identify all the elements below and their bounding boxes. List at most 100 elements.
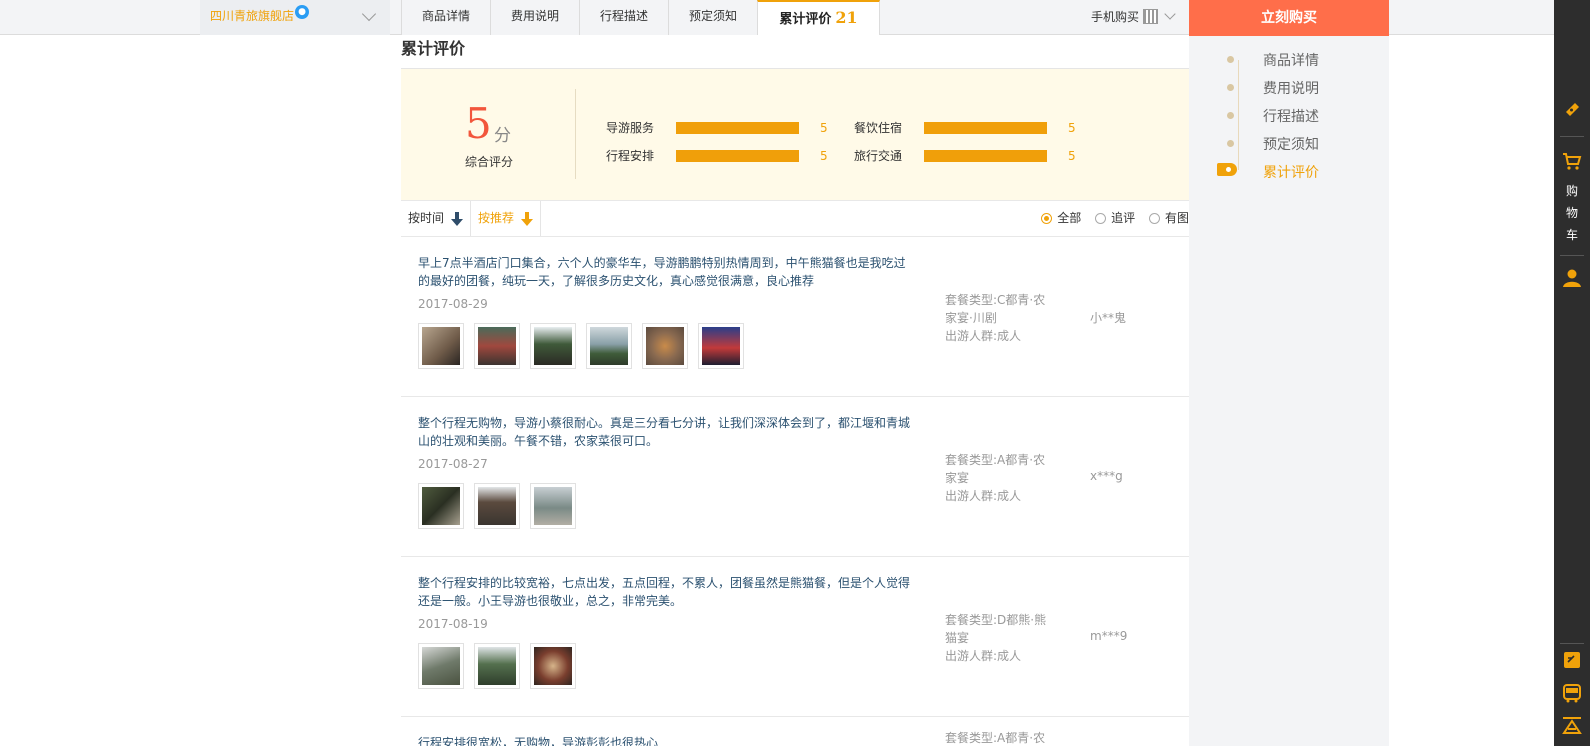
reviewer-name: x***g	[1090, 469, 1123, 483]
review-photos	[418, 483, 586, 529]
right-toolbar: 购 物 车	[1554, 0, 1590, 746]
filter-label: 追评	[1111, 211, 1136, 225]
divider	[1560, 643, 1584, 644]
review-photo[interactable]	[698, 323, 744, 369]
review-text: 整个行程安排的比较宽裕，七点出发，五点回程，不累人，团餐虽然是熊猫餐，但是个人觉…	[418, 576, 911, 608]
side-nav-line	[1238, 60, 1239, 170]
side-nav-label: 累计评价	[1263, 165, 1319, 181]
package-type: 套餐类型:A都青·农	[945, 453, 1046, 467]
side-nav-label: 费用说明	[1263, 81, 1319, 97]
tab-fee-description[interactable]: 费用说明	[490, 0, 579, 35]
coupon-icon[interactable]	[1562, 99, 1582, 119]
review-text: 整个行程无购物，导游小蔡很耐心。真是三分看七分讲，让我们深深体会到了，都江堰和青…	[418, 416, 911, 448]
store-badge-icon: ●	[295, 5, 310, 19]
score-unit: 分	[494, 126, 511, 146]
review-photo[interactable]	[642, 323, 688, 369]
side-nav-label: 预定须知	[1263, 137, 1319, 153]
dot-icon	[1227, 84, 1234, 91]
rating-bar	[676, 122, 799, 134]
review-text: 行程安排很宽松，无购物，导游彭彭也很热心	[418, 736, 659, 746]
review-item: 整个行程无购物，导游小蔡很耐心。真是三分看七分讲，让我们深深体会到了，都江堰和青…	[401, 397, 1189, 557]
cart-char: 车	[1565, 228, 1578, 242]
sort-label: 按推荐	[478, 211, 515, 225]
cart-label[interactable]: 购 物 车	[1554, 180, 1590, 246]
review-item: 行程安排很宽松，无购物，导游彭彭也很热心 套餐类型:A都青·农	[401, 717, 1189, 746]
chevron-down-icon	[361, 6, 377, 22]
package-type: 套餐类型:C都青·农	[945, 293, 1046, 307]
buy-now-button[interactable]: 立刻购买	[1189, 0, 1389, 36]
review-photo[interactable]	[586, 323, 632, 369]
review-item: 早上7点半酒店门口集合，六个人的豪华车，导游鹏鹏特别热情周到，中午熊猫餐也是我吃…	[401, 237, 1189, 397]
package-type-cont: 家宴	[945, 471, 970, 485]
arrow-down-icon	[521, 212, 533, 226]
side-nav-label: 行程描述	[1263, 109, 1319, 125]
sort-by-time[interactable]: 按时间	[401, 201, 471, 236]
sort-label: 按时间	[408, 211, 445, 225]
review-photo[interactable]	[418, 323, 464, 369]
side-nav-item-itinerary[interactable]: 行程描述	[1227, 106, 1319, 126]
review-date: 2017-08-29	[418, 297, 488, 311]
review-filter-bar: 按时间 按推荐 全部 追评 有图	[401, 201, 1189, 237]
note-icon[interactable]	[1562, 650, 1582, 670]
review-date: 2017-08-27	[418, 457, 488, 471]
cart-char: 购	[1565, 184, 1578, 198]
cart-char: 物	[1565, 206, 1578, 220]
divider	[1560, 136, 1584, 137]
side-nav-item-reviews[interactable]: 累计评价	[1217, 162, 1319, 182]
review-photo[interactable]	[530, 483, 576, 529]
rating-bar	[924, 150, 1047, 162]
traveler-group: 出游人群:成人	[945, 649, 1022, 663]
review-photos	[418, 643, 586, 689]
filter-label: 有图	[1164, 211, 1189, 225]
side-nav-item-product-details[interactable]: 商品详情	[1227, 50, 1319, 70]
rating-label: 旅行交通	[854, 149, 903, 163]
tab-product-details[interactable]: 商品详情	[401, 0, 490, 35]
review-photo[interactable]	[530, 323, 576, 369]
package-type-cont: 家宴·川剧	[945, 311, 997, 325]
side-nav-item-fee-description[interactable]: 费用说明	[1227, 78, 1319, 98]
store-name: 四川青旅旗舰店	[210, 9, 295, 23]
page: 四川青旅旗舰店 ● 商品详情 费用说明 行程描述 预定须知 累计评价 21 手机购买…	[0, 0, 1590, 746]
review-package-info: 套餐类型:C都青·农 家宴·川剧 出游人群:成人	[945, 291, 1065, 345]
rating-label: 行程安排	[606, 149, 655, 163]
overall-score: 5	[465, 99, 492, 148]
section-title: 累计评价	[401, 36, 1189, 69]
review-photo[interactable]	[474, 643, 520, 689]
review-package-info: 套餐类型:A都青·农 家宴 出游人群:成人	[945, 451, 1065, 505]
radio-icon	[1041, 213, 1053, 224]
rating-label: 餐饮住宿	[854, 121, 903, 135]
review-photo[interactable]	[530, 643, 576, 689]
review-photo[interactable]	[474, 323, 520, 369]
cart-icon[interactable]	[1562, 151, 1582, 171]
store-selector[interactable]: 四川青旅旗舰店 ●	[200, 0, 390, 35]
rating-bar	[676, 150, 799, 162]
filter-followup-radio[interactable]: 追评	[1095, 201, 1135, 236]
review-text: 早上7点半酒店门口集合，六个人的豪华车，导游鹏鹏特别热情周到，中午熊猫餐也是我吃…	[418, 256, 906, 288]
review-photo[interactable]	[418, 483, 464, 529]
bus-icon[interactable]	[1562, 683, 1582, 703]
rating-food-lodging: 餐饮住宿 5	[854, 120, 1076, 136]
rating-itinerary: 行程安排 5	[606, 148, 828, 164]
sort-by-recommend[interactable]: 按推荐	[471, 201, 541, 236]
review-photo[interactable]	[474, 483, 520, 529]
filter-with-photos-radio[interactable]: 有图	[1148, 201, 1189, 236]
review-count: 21	[835, 8, 858, 27]
rating-value: 5	[820, 149, 828, 163]
user-icon[interactable]	[1562, 268, 1582, 288]
review-photo[interactable]	[418, 643, 464, 689]
side-nav-item-booking-notes[interactable]: 预定须知	[1227, 134, 1319, 154]
tab-reviews[interactable]: 累计评价 21	[757, 0, 880, 35]
tab-booking-notes[interactable]: 预定须知	[668, 0, 757, 35]
rating-guide-service: 导游服务 5	[606, 120, 828, 136]
review-type-filters: 全部 追评 有图	[1031, 201, 1189, 236]
rating-bar	[924, 122, 1047, 134]
rating-value: 5	[1068, 149, 1076, 163]
back-to-top-icon[interactable]	[1562, 715, 1582, 735]
traveler-group: 出游人群:成人	[945, 329, 1022, 343]
mobile-buy[interactable]: 手机购买	[1091, 0, 1176, 35]
filter-all-radio[interactable]: 全部	[1041, 201, 1081, 236]
package-type: 套餐类型:D都熊·熊	[945, 613, 1047, 627]
reviews-main: 累计评价 5 分 综合评分 导游服务 5 餐饮住宿 5 行程安排 5 旅行交通 …	[401, 36, 1189, 746]
reviewer-name: m***9	[1090, 629, 1128, 643]
tab-itinerary[interactable]: 行程描述	[579, 0, 668, 35]
